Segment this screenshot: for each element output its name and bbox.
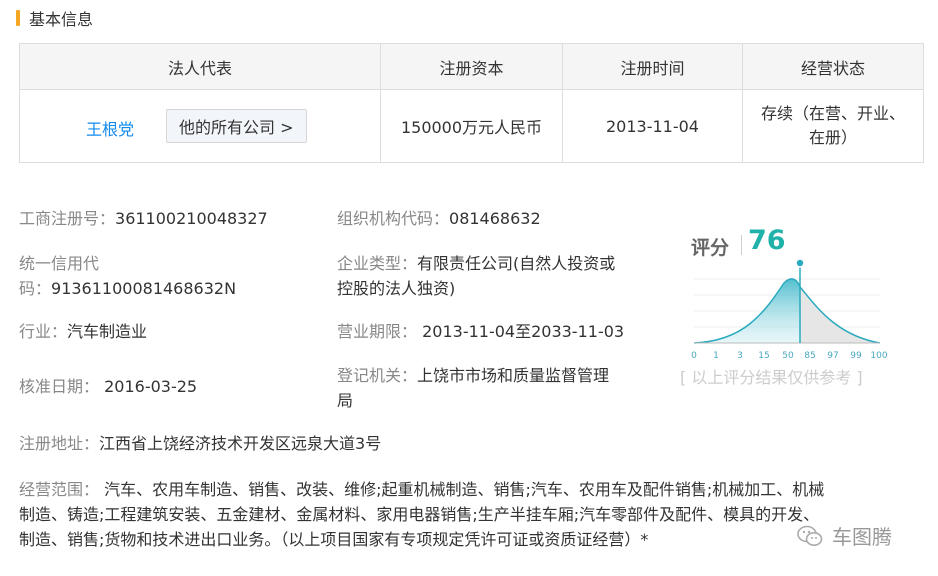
term-value: 2013-11-04至2033-11-03	[417, 322, 625, 341]
authority-label: 登记机关：	[337, 366, 418, 385]
score-marker-dot	[795, 258, 805, 268]
credit-code-label-tail: 码：	[19, 279, 52, 298]
scope-value-cont: 制造、铸造;工程建筑安装、五金建材、金属材料、家用电器销售;生产半挂车厢;汽车零…	[19, 505, 820, 524]
industry-label: 行业：	[19, 322, 68, 341]
header-registered-capital: 注册资本	[380, 43, 563, 90]
approval-date-field: 核准日期： 2016-03-25	[19, 374, 197, 399]
tick-label: 99	[850, 351, 862, 361]
tick-label: 97	[827, 351, 838, 361]
tick-label: 1	[713, 351, 719, 361]
watermark: 车图腾	[796, 521, 892, 550]
tick-label: 15	[758, 351, 769, 361]
industry-field: 行业：汽车制造业	[19, 319, 147, 344]
score-note: [ 以上评分结果仅供参考 ]	[680, 368, 863, 387]
company-type-field: 企业类型：有限责任公司(自然人投资或 控股的法人独资)	[337, 251, 615, 301]
authority-value: 上饶市市场和质量监督管理	[417, 366, 610, 385]
score-value: 76	[748, 225, 786, 256]
basic-info-table: 法人代表 注册资本 注册时间 经营状态 王根党 他的所有公司 > 150000万…	[19, 43, 924, 163]
term-label: 营业期限：	[337, 322, 418, 341]
chart-ticks: 0 1 3 15 50 85 97 99 100	[691, 351, 888, 361]
scope-value-cont: 制造、销售;货物和技术进出口业务。（以上项目国家有专项规定凭许可证或资质证经营）…	[19, 530, 649, 549]
section-title: 基本信息	[29, 10, 94, 29]
tick-label: 85	[804, 351, 815, 361]
reg-no-value: 361100210048327	[115, 209, 268, 228]
business-status-value: 存续（在营、开业、在册）	[760, 104, 905, 147]
org-code-label: 组织机构代码：	[337, 209, 450, 228]
reg-no-field: 工商注册号：361100210048327	[19, 206, 268, 231]
tick-label: 50	[782, 351, 794, 361]
industry-value: 汽车制造业	[67, 322, 148, 341]
authority-value-cont: 局	[337, 391, 354, 410]
all-companies-button[interactable]: 他的所有公司 >	[166, 109, 307, 143]
company-type-label: 企业类型：	[337, 254, 418, 273]
address-field: 注册地址：江西省上饶经济技术开发区远泉大道3号	[19, 431, 381, 456]
header-legal-rep: 法人代表	[19, 43, 381, 90]
section-accent-bar	[16, 10, 20, 26]
scope-field: 经营范围： 汽车、农用车制造、销售、改装、维修;起重机械制造、销售;汽车、农用车…	[19, 477, 931, 552]
registered-capital-value: 150000万元人民币	[380, 89, 563, 163]
authority-field: 登记机关：上饶市市场和质量监督管理 局	[337, 363, 609, 413]
score-panel: 评分 76 0 1 3 15 50 85 97 99 100 [以上评分结果仅…	[680, 225, 904, 395]
credit-code-field: 统一信用代 码：91361100081468632N	[19, 251, 236, 301]
org-code-value: 081468632	[449, 209, 541, 228]
org-code-field: 组织机构代码：081468632	[337, 206, 541, 231]
term-field: 营业期限： 2013-11-04至2033-11-03	[337, 319, 624, 344]
credit-code-label: 统一信用代	[19, 254, 100, 273]
score-divider	[741, 235, 742, 255]
registration-date-value: 2013-11-04	[562, 89, 743, 163]
company-type-value: 有限责任公司(自然人投资或	[417, 254, 616, 273]
tick-label: 0	[691, 351, 697, 361]
watermark-text: 车图腾	[832, 525, 892, 549]
header-registration-date: 注册时间	[562, 43, 743, 90]
scope-value: 汽车、农用车制造、销售、改装、维修;起重机械制造、销售;汽车、农用车及配件销售;…	[99, 480, 825, 499]
legal-rep-link[interactable]: 王根党	[86, 116, 134, 140]
table-row: 王根党 他的所有公司 > 150000万元人民币 2013-11-04 存续（在…	[19, 89, 924, 163]
scope-label: 经营范围：	[19, 480, 100, 499]
company-type-value-cont: 控股的法人独资)	[337, 279, 456, 298]
section-header: 基本信息	[16, 7, 93, 29]
score-distribution-chart: 0 1 3 15 50 85 97 99 100	[691, 258, 888, 361]
approval-date-value: 2016-03-25	[99, 377, 198, 396]
credit-code-value: 91361100081468632N	[51, 279, 237, 298]
address-value: 江西省上饶经济技术开发区远泉大道3号	[99, 434, 382, 453]
wechat-icon	[797, 525, 823, 546]
tick-label: 100	[870, 351, 887, 361]
approval-date-label: 核准日期：	[19, 377, 100, 396]
legal-rep-cell: 王根党 他的所有公司 >	[19, 89, 381, 163]
header-business-status: 经营状态	[742, 43, 924, 90]
address-label: 注册地址：	[19, 434, 100, 453]
tick-label: 3	[737, 351, 743, 361]
business-status-cell: 存续（在营、开业、在册）	[742, 89, 924, 163]
reg-no-label: 工商注册号：	[19, 209, 116, 228]
table-header-row: 法人代表 注册资本 注册时间 经营状态	[19, 43, 924, 90]
